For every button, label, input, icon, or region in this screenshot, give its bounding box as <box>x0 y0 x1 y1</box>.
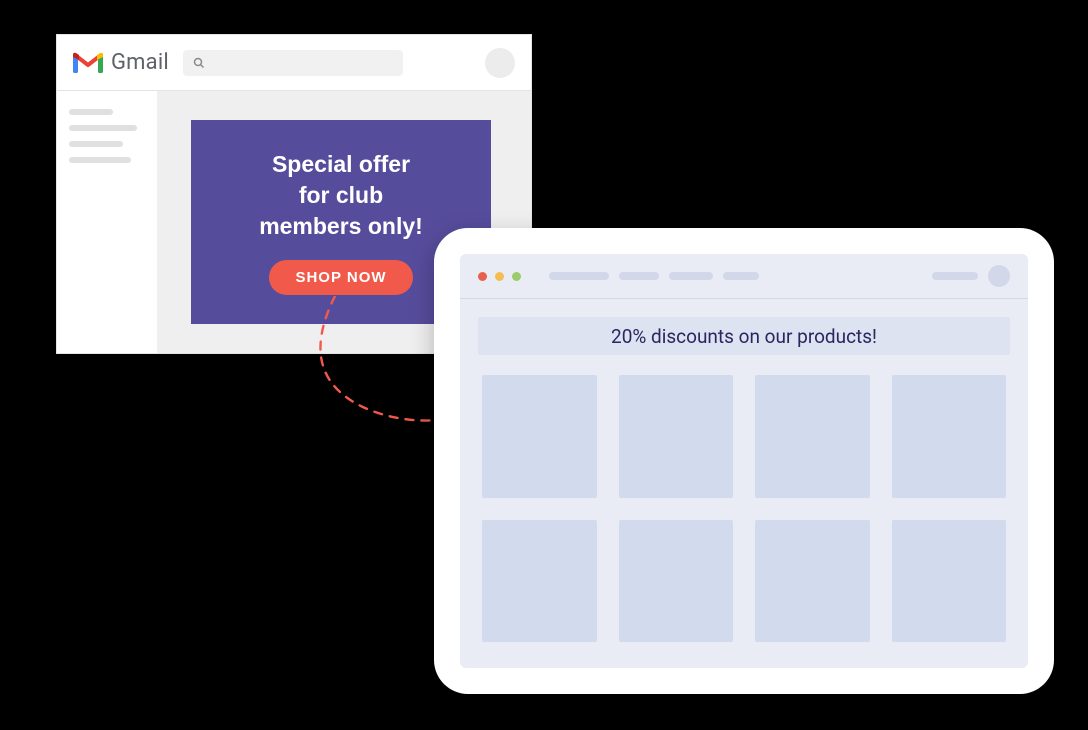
product-card[interactable] <box>892 375 1007 498</box>
gmail-brand-text: Gmail <box>111 50 169 75</box>
search-icon <box>193 57 205 69</box>
nav-item[interactable] <box>932 272 978 280</box>
topbar-right <box>932 265 1010 287</box>
avatar[interactable] <box>485 48 515 78</box>
sidebar-item[interactable] <box>69 141 123 147</box>
traffic-close-icon[interactable] <box>478 272 487 281</box>
product-card[interactable] <box>755 375 870 498</box>
promo-line-3: members only! <box>259 211 423 242</box>
divider <box>460 298 1028 299</box>
sidebar-item[interactable] <box>69 125 137 131</box>
nav-item[interactable] <box>619 272 659 280</box>
nav-item[interactable] <box>669 272 713 280</box>
product-grid <box>478 375 1010 650</box>
product-card[interactable] <box>892 520 1007 643</box>
traffic-maximize-icon[interactable] <box>512 272 521 281</box>
landing-topbar <box>460 254 1028 298</box>
discount-banner: 20% discounts on our products! <box>478 317 1010 355</box>
gmail-icon <box>73 52 103 74</box>
nav-item[interactable] <box>549 272 609 280</box>
product-card[interactable] <box>619 520 734 643</box>
product-card[interactable] <box>482 375 597 498</box>
promo-line-2: for club <box>259 180 423 211</box>
landing-window: 20% discounts on our products! <box>434 228 1054 694</box>
shop-now-button[interactable]: SHOP NOW <box>269 260 412 295</box>
gmail-logo: Gmail <box>73 50 169 75</box>
landing-main: 20% discounts on our products! <box>460 317 1028 668</box>
nav-links <box>549 272 759 280</box>
traffic-minimize-icon[interactable] <box>495 272 504 281</box>
search-input[interactable] <box>183 50 403 76</box>
landing-inner: 20% discounts on our products! <box>460 254 1028 668</box>
product-card[interactable] <box>619 375 734 498</box>
sidebar-item[interactable] <box>69 157 131 163</box>
avatar[interactable] <box>988 265 1010 287</box>
gmail-sidebar <box>57 91 157 353</box>
product-card[interactable] <box>482 520 597 643</box>
sidebar-item[interactable] <box>69 109 113 115</box>
nav-item[interactable] <box>723 272 759 280</box>
promo-line-1: Special offer <box>259 149 423 180</box>
product-card[interactable] <box>755 520 870 643</box>
promo-headline: Special offer for club members only! <box>259 149 423 242</box>
gmail-header: Gmail <box>57 35 531 91</box>
